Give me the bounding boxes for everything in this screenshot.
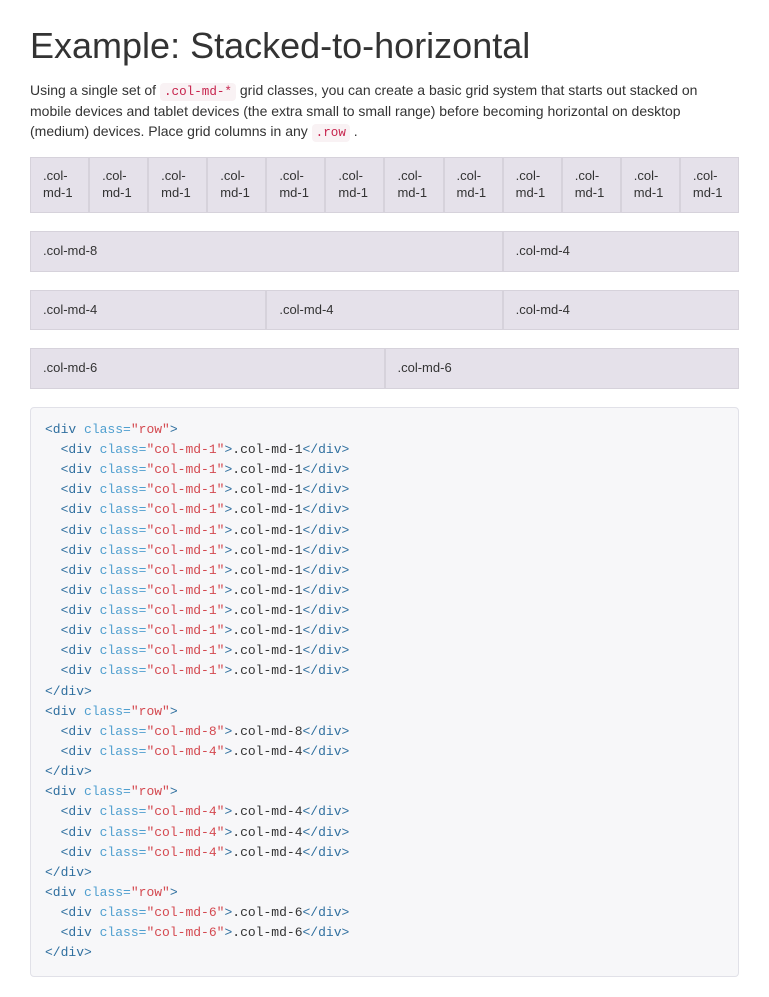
grid-cell: .col-md-4	[266, 290, 502, 331]
intro-text-3: .	[354, 123, 358, 139]
grid-cell: .col-md-1	[444, 157, 503, 213]
intro-paragraph: Using a single set of .col-md-* grid cla…	[30, 81, 739, 143]
grid-cell: .col-md-1	[266, 157, 325, 213]
grid-row: .col-md-4.col-md-4.col-md-4	[30, 290, 739, 331]
grid-cell: .col-md-1	[680, 157, 739, 213]
grid-cell: .col-md-1	[621, 157, 680, 213]
grid-cell: .col-md-1	[562, 157, 621, 213]
grid-cell: .col-md-4	[503, 290, 739, 331]
page-heading: Example: Stacked-to-horizontal	[30, 20, 739, 71]
grid-row: .col-md-1.col-md-1.col-md-1.col-md-1.col…	[30, 157, 739, 213]
grid-cell: .col-md-1	[503, 157, 562, 213]
grid-row: .col-md-6.col-md-6	[30, 348, 739, 389]
example-grid: .col-md-1.col-md-1.col-md-1.col-md-1.col…	[30, 157, 739, 388]
grid-cell: .col-md-6	[385, 348, 740, 389]
grid-cell: .col-md-1	[384, 157, 443, 213]
grid-cell: .col-md-1	[148, 157, 207, 213]
inline-code-col-md: .col-md-*	[160, 83, 236, 101]
grid-cell: .col-md-6	[30, 348, 385, 389]
grid-cell: .col-md-1	[30, 157, 89, 213]
inline-code-row: .row	[312, 124, 350, 142]
grid-cell: .col-md-1	[325, 157, 384, 213]
grid-row: .col-md-8.col-md-4	[30, 231, 739, 272]
grid-cell: .col-md-4	[30, 290, 266, 331]
grid-cell: .col-md-4	[503, 231, 739, 272]
grid-cell: .col-md-1	[207, 157, 266, 213]
grid-cell: .col-md-8	[30, 231, 503, 272]
grid-cell: .col-md-1	[89, 157, 148, 213]
code-block: <div class="row"> <div class="col-md-1">…	[30, 407, 739, 977]
intro-text-1: Using a single set of	[30, 82, 160, 98]
